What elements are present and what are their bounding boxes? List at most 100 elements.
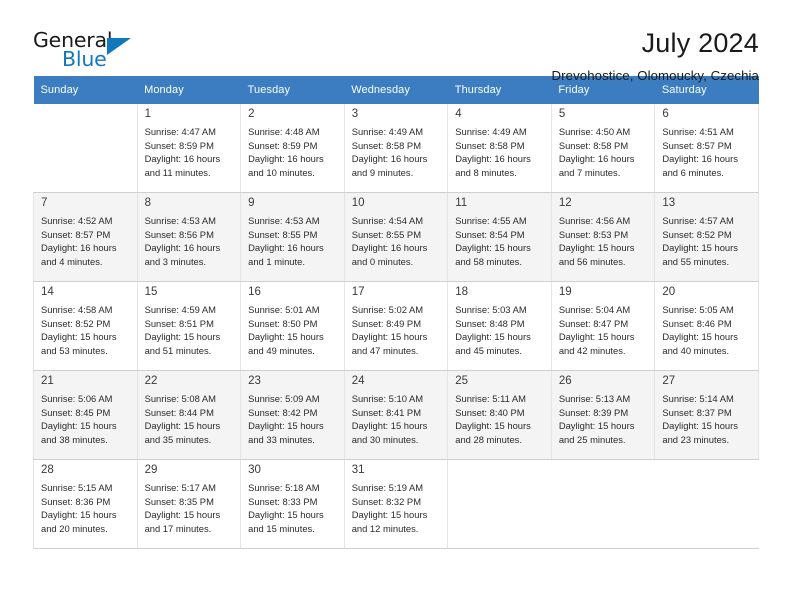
daylight-text-line2: and 58 minutes.	[455, 256, 522, 268]
calendar-day-cell[interactable]: 29 Sunrise: 5:17 AM Sunset: 8:35 PM Dayligh…	[136, 459, 242, 549]
day-details: Sunrise: 5:02 AM Sunset: 8:49 PM Daylight:…	[345, 301, 448, 359]
daylight-text-line2: and 15 minutes.	[248, 523, 315, 535]
calendar-day-cell[interactable]: 21 Sunrise: 5:06 AM Sunset: 8:45 PM Dayligh…	[33, 370, 138, 460]
day-details: Sunrise: 4:58 AM Sunset: 8:52 PM Daylight:…	[34, 301, 137, 359]
calendar-day-cell[interactable]: 15 Sunrise: 4:59 AM Sunset: 8:51 PM Dayligh…	[136, 281, 242, 371]
day-number: 8	[144, 197, 151, 209]
calendar-day-cell[interactable]: 13 Sunrise: 4:57 AM Sunset: 8:52 PM Dayligh…	[654, 192, 759, 282]
calendar-day-cell[interactable]: 4 Sunrise: 4:49 AM Sunset: 8:58 PM Daylight…	[447, 104, 552, 193]
calendar-day-cell[interactable]: 3 Sunrise: 4:49 AM Sunset: 8:58 PM Daylight…	[343, 104, 449, 193]
calendar-cell-empty	[551, 459, 655, 549]
sunset-text: Sunset: 8:57 PM	[41, 228, 111, 240]
day-details: Sunrise: 5:08 AM Sunset: 8:44 PM Daylight:…	[138, 390, 241, 448]
day-details: Sunrise: 5:09 AM Sunset: 8:42 PM Daylight:…	[241, 390, 344, 448]
daylight-text-line2: and 35 minutes.	[144, 434, 212, 446]
day-details: Sunrise: 4:50 AM Sunset: 8:58 PM Daylight:…	[552, 123, 655, 181]
sunset-text: Sunset: 8:40 PM	[455, 406, 525, 418]
daylight-text-line1: Daylight: 16 hours	[144, 153, 221, 165]
daylight-text-line2: and 55 minutes.	[662, 256, 730, 268]
sunrise-text: Sunrise: 4:53 AM	[144, 214, 216, 226]
calendar-day-cell[interactable]: 25 Sunrise: 5:11 AM Sunset: 8:40 PM Dayligh…	[447, 370, 552, 460]
calendar-day-cell[interactable]: 9 Sunrise: 4:53 AM Sunset: 8:55 PM Daylight…	[240, 192, 345, 282]
calendar-day-cell[interactable]: 19 Sunrise: 5:04 AM Sunset: 8:47 PM Dayligh…	[550, 281, 656, 371]
calendar-day-cell[interactable]: 10 Sunrise: 4:54 AM Sunset: 8:55 PM Dayligh…	[343, 192, 449, 282]
calendar-day-cell[interactable]: 20 Sunrise: 5:05 AM Sunset: 8:46 PM Dayligh…	[654, 281, 759, 371]
daylight-text-line2: and 56 minutes.	[558, 256, 626, 268]
calendar-day-cell[interactable]: 6 Sunrise: 4:51 AM Sunset: 8:57 PM Daylight…	[654, 104, 759, 193]
calendar-day-cell[interactable]: 18 Sunrise: 5:03 AM Sunset: 8:48 PM Dayligh…	[447, 281, 552, 371]
calendar-day-cell[interactable]: 2 Sunrise: 4:48 AM Sunset: 8:59 PM Daylight…	[240, 104, 345, 193]
day-details: Sunrise: 5:18 AM Sunset: 8:33 PM Daylight:…	[241, 479, 344, 537]
sunset-text: Sunset: 8:50 PM	[248, 317, 318, 329]
sunrise-text: Sunrise: 4:55 AM	[455, 214, 527, 226]
day-number: 4	[455, 108, 462, 120]
calendar-day-cell[interactable]: 16 Sunrise: 5:01 AM Sunset: 8:50 PM Dayligh…	[240, 281, 345, 371]
sunrise-sunset-calendar: Sunday Monday Tuesday Wednesday Thursday…	[33, 76, 759, 549]
day-number: 13	[662, 197, 676, 209]
title-block: July 2024 Drevohostice, Olomoucky, Czech…	[552, 28, 759, 83]
sunrise-text: Sunrise: 5:06 AM	[41, 392, 113, 404]
daylight-text-line1: Daylight: 15 hours	[248, 420, 324, 432]
sunset-text: Sunset: 8:35 PM	[144, 495, 214, 507]
daylight-text-line1: Daylight: 16 hours	[351, 153, 428, 165]
sunset-text: Sunset: 8:54 PM	[455, 228, 525, 240]
calendar-day-cell[interactable]: 17 Sunrise: 5:02 AM Sunset: 8:49 PM Dayligh…	[343, 281, 449, 371]
daylight-text-line2: and 0 minutes.	[351, 256, 414, 268]
calendar-week-row: 21 Sunrise: 5:06 AM Sunset: 8:45 PM Dayligh…	[33, 370, 759, 460]
daylight-text-line2: and 7 minutes.	[558, 167, 621, 179]
calendar-day-cell[interactable]: 1 Sunrise: 4:47 AM Sunset: 8:59 PM Daylight…	[136, 104, 242, 193]
sunset-text: Sunset: 8:51 PM	[144, 317, 214, 329]
day-details: Sunrise: 4:47 AM Sunset: 8:59 PM Daylight:…	[138, 123, 241, 181]
calendar-day-cell[interactable]: 11 Sunrise: 4:55 AM Sunset: 8:54 PM Dayligh…	[447, 192, 552, 282]
page-title: July 2024	[641, 28, 759, 58]
daylight-text-line2: and 11 minutes.	[144, 167, 211, 179]
calendar-day-cell[interactable]: 14 Sunrise: 4:58 AM Sunset: 8:52 PM Dayligh…	[33, 281, 138, 371]
calendar-day-cell[interactable]: 23 Sunrise: 5:09 AM Sunset: 8:42 PM Dayligh…	[240, 370, 345, 460]
day-number: 18	[455, 286, 469, 298]
sunset-text: Sunset: 8:59 PM	[144, 139, 214, 151]
daylight-text-line2: and 40 minutes.	[662, 345, 730, 357]
day-number: 24	[351, 375, 365, 387]
day-details: Sunrise: 5:04 AM Sunset: 8:47 PM Daylight:…	[552, 301, 655, 359]
calendar-day-cell[interactable]: 30 Sunrise: 5:18 AM Sunset: 8:33 PM Dayligh…	[240, 459, 345, 549]
calendar-day-cell[interactable]: 24 Sunrise: 5:10 AM Sunset: 8:41 PM Dayligh…	[343, 370, 449, 460]
day-details: Sunrise: 5:15 AM Sunset: 8:36 PM Daylight:…	[34, 479, 137, 537]
day-number: 5	[558, 108, 566, 120]
daylight-text-line2: and 33 minutes.	[248, 434, 315, 446]
calendar-day-cell[interactable]: 5 Sunrise: 4:50 AM Sunset: 8:58 PM Daylight…	[550, 104, 656, 193]
sunset-text: Sunset: 8:58 PM	[351, 139, 421, 151]
sunrise-text: Sunrise: 5:10 AM	[351, 392, 424, 404]
calendar-day-cell[interactable]: 12 Sunrise: 4:56 AM Sunset: 8:53 PM Dayligh…	[550, 192, 656, 282]
daylight-text-line1: Daylight: 15 hours	[558, 331, 635, 343]
calendar-day-cell[interactable]: 26 Sunrise: 5:13 AM Sunset: 8:39 PM Dayligh…	[550, 370, 656, 460]
weekday-header-tuesday: Tuesday	[240, 76, 345, 104]
sunset-text: Sunset: 8:41 PM	[351, 406, 421, 418]
day-number: 19	[558, 286, 572, 298]
day-number: 23	[248, 375, 261, 387]
calendar-day-cell[interactable]: 27 Sunrise: 5:14 AM Sunset: 8:37 PM Dayligh…	[654, 370, 759, 460]
sunrise-text: Sunrise: 4:58 AM	[41, 303, 113, 315]
daylight-text-line1: Daylight: 15 hours	[144, 331, 221, 343]
weekday-header-sunday: Sunday	[33, 76, 138, 104]
daylight-text-line2: and 45 minutes.	[455, 345, 522, 357]
sunrise-text: Sunrise: 5:01 AM	[248, 303, 320, 315]
daylight-text-line2: and 6 minutes.	[662, 167, 724, 179]
day-number: 15	[144, 286, 158, 298]
calendar-day-cell[interactable]: 22 Sunrise: 5:08 AM Sunset: 8:44 PM Dayligh…	[136, 370, 242, 460]
page-subtitle: Drevohostice, Olomoucky, Czechia	[551, 68, 759, 84]
day-details: Sunrise: 4:48 AM Sunset: 8:59 PM Daylight:…	[241, 123, 344, 181]
general-blue-logo[interactable]: General Blue	[33, 28, 143, 76]
sunset-text: Sunset: 8:52 PM	[662, 228, 732, 240]
sunset-text: Sunset: 8:52 PM	[41, 317, 111, 329]
calendar-day-cell[interactable]: 31 Sunrise: 5:19 AM Sunset: 8:32 PM Dayligh…	[343, 459, 449, 549]
calendar-day-cell[interactable]: 7 Sunrise: 4:52 AM Sunset: 8:57 PM Daylight…	[33, 192, 138, 282]
day-number: 10	[351, 197, 365, 209]
day-number: 1	[144, 108, 151, 120]
day-details: Sunrise: 4:59 AM Sunset: 8:51 PM Daylight:…	[138, 301, 241, 359]
calendar-day-cell[interactable]: 28 Sunrise: 5:15 AM Sunset: 8:36 PM Dayligh…	[33, 459, 138, 549]
sunset-text: Sunset: 8:55 PM	[248, 228, 318, 240]
sunrise-text: Sunrise: 4:59 AM	[144, 303, 216, 315]
day-details: Sunrise: 5:17 AM Sunset: 8:35 PM Daylight:…	[138, 479, 241, 537]
sunrise-text: Sunrise: 4:48 AM	[248, 125, 320, 137]
calendar-day-cell[interactable]: 8 Sunrise: 4:53 AM Sunset: 8:56 PM Daylight…	[136, 192, 242, 282]
